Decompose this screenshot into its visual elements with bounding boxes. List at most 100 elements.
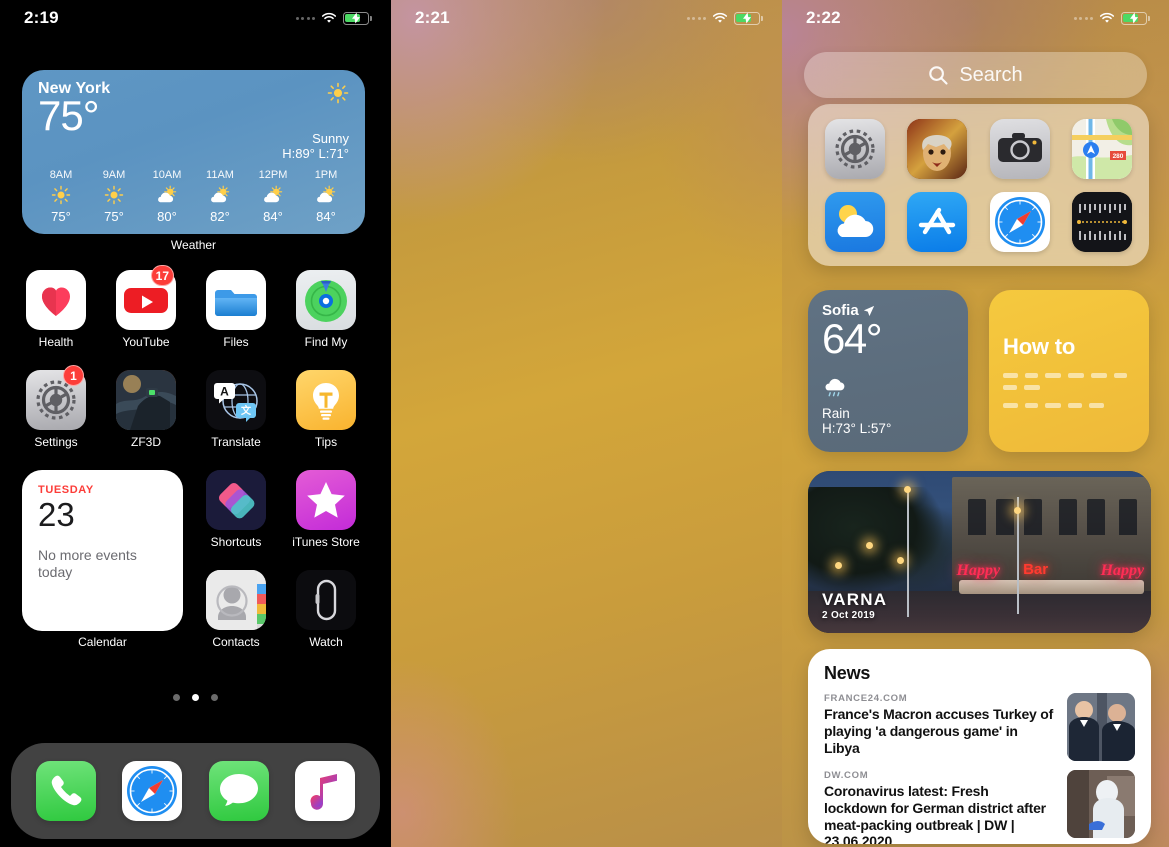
app-itunes-store[interactable]: iTunes Store: [286, 470, 366, 549]
battery-charging-icon: [1121, 11, 1150, 25]
status-bar: 2:19: [0, 0, 391, 36]
app-settings[interactable]: 1 Settings: [16, 365, 96, 449]
photos-widget[interactable]: Happy Bar Happy VARNA 2 Oct 2019: [808, 471, 1151, 633]
howto-title: How to: [1003, 334, 1076, 359]
app-watch[interactable]: Watch: [286, 570, 366, 649]
search-bar[interactable]: Search: [804, 52, 1147, 98]
weather-hour-cell: 12PM 84°: [250, 169, 296, 224]
rain-cloud-icon: [825, 378, 845, 397]
app-label: Shortcuts: [210, 535, 262, 549]
status-indicators: [295, 11, 372, 25]
weather-app-icon[interactable]: [825, 191, 886, 252]
app-suggestions-widget[interactable]: 280: [808, 104, 1149, 266]
partly-cloudy-icon: [211, 185, 230, 203]
hour-label: 9AM: [102, 169, 126, 181]
news-story[interactable]: DW.COM Coronavirus latest: Fresh lockdow…: [824, 770, 1135, 844]
neon-sign-happy-1: Happy: [956, 561, 1001, 579]
weather-widget[interactable]: New York 75° Sunny H:89° L:71° 8AM 75° 9…: [22, 70, 365, 234]
app-contacts[interactable]: Contacts: [196, 570, 276, 649]
app-youtube[interactable]: 17 YouTube: [106, 265, 186, 349]
app-shortcuts[interactable]: Shortcuts: [196, 470, 276, 549]
maps-icon[interactable]: 280: [1071, 118, 1132, 179]
calendar-events: No more events today: [38, 546, 137, 581]
weather-hourly-row: 8AM 75° 9AM 75° 10AM 80° 11AM 82° 12PM 8…: [22, 161, 365, 234]
app-label: ZF3D: [131, 435, 161, 449]
neon-sign-bar: Bar: [1023, 560, 1049, 578]
weather-temp: 75°: [38, 92, 100, 139]
translate-icon: A 文: [206, 370, 266, 430]
measure-ruler-icon[interactable]: [1071, 191, 1132, 252]
notification-badge: 17: [150, 265, 174, 286]
news-widget[interactable]: News FRANCE24.COM France's Macron accuse…: [808, 649, 1151, 844]
music-note-icon[interactable]: [294, 761, 355, 821]
app-label: Settings: [34, 435, 78, 449]
app-files[interactable]: Files: [196, 270, 276, 349]
status-indicators: [686, 11, 763, 25]
screen-today-view-2: 2:22 Search 280 Sofia 64° Rain H:73° L:5…: [782, 0, 1169, 847]
sun-icon: [327, 82, 349, 104]
app-store-icon[interactable]: [907, 191, 968, 252]
wifi-icon: [712, 12, 728, 23]
app-tips[interactable]: Tips: [286, 370, 366, 449]
partly-cloudy-icon: [317, 185, 336, 203]
weather-high-low: H:73° L:57°: [822, 420, 892, 436]
settings-gear-icon[interactable]: [825, 118, 886, 179]
wifi-icon: [321, 12, 337, 23]
news-thumbnail: [1067, 770, 1135, 838]
app-health[interactable]: Health: [16, 270, 96, 349]
files-icon: [206, 270, 266, 330]
screen-today-view-1: 2:21 Search: [391, 0, 782, 847]
howto-placeholder-line-1: [1003, 373, 1135, 390]
news-headline: France's Macron accuses Turkey of playin…: [824, 706, 1054, 756]
phone-icon[interactable]: [36, 761, 97, 821]
status-indicators: [1073, 11, 1150, 25]
battery-charging-icon: [734, 11, 763, 25]
app-label: Tips: [314, 435, 338, 449]
watch-icon: [296, 570, 356, 630]
app-label: Contacts: [212, 635, 260, 649]
weather-widget-sofia[interactable]: Sofia 64° Rain H:73° L:57°: [808, 290, 968, 452]
messages-bubble-icon[interactable]: [208, 761, 269, 821]
contacts-icon: [206, 570, 266, 630]
search-icon: [929, 65, 948, 85]
hour-label: 1PM: [314, 169, 338, 181]
health-icon: [26, 270, 86, 330]
page-dot[interactable]: [173, 694, 180, 701]
svg-text:文: 文: [241, 404, 252, 417]
news-source: DW.COM: [824, 770, 869, 781]
weather-high-low: H:89° L:71°: [282, 146, 349, 161]
status-clock: 2:22: [806, 8, 841, 27]
news-headline: Coronavirus latest: Fresh lockdown for G…: [824, 783, 1046, 844]
camera-icon[interactable]: [989, 118, 1050, 179]
hour-label: 11AM: [206, 169, 234, 181]
weather-hour-cell: 9AM 75°: [91, 169, 137, 224]
howto-placeholder-line-2: [1003, 403, 1135, 408]
zf3d-game-icon[interactable]: [907, 118, 968, 179]
news-thumbnail: [1067, 693, 1135, 761]
page-indicator-dots[interactable]: [0, 694, 391, 701]
app-zf3d[interactable]: ZF3D: [106, 370, 186, 449]
safari-compass-icon[interactable]: [989, 191, 1050, 252]
howto-widget[interactable]: How to: [989, 290, 1149, 452]
page-dot[interactable]: [211, 694, 218, 701]
sun-icon: [104, 185, 124, 205]
weather-hour-cell: 11AM 82°: [197, 169, 243, 224]
partly-cloudy-icon: [264, 185, 283, 203]
svg-text:280: 280: [1112, 153, 1123, 160]
wallpaper: [391, 0, 782, 847]
calendar-widget[interactable]: TUESDAY 23 No more events today: [22, 470, 183, 631]
page-dot-active[interactable]: [192, 694, 199, 701]
status-bar: 2:21: [391, 0, 782, 36]
status-bar: 2:22: [782, 0, 1169, 36]
hour-temp: 82°: [210, 209, 230, 224]
safari-compass-icon[interactable]: [122, 761, 183, 821]
weather-hour-cell: 1PM 84°: [303, 169, 349, 224]
sun-icon: [51, 185, 71, 205]
app-find-my[interactable]: Find My: [286, 270, 366, 349]
hour-temp: 75°: [51, 209, 71, 224]
svg-text:A: A: [220, 385, 229, 399]
app-translate[interactable]: A 文 Translate: [196, 370, 276, 449]
weather-hour-cell: 8AM 75°: [38, 169, 84, 224]
news-story[interactable]: FRANCE24.COM France's Macron accuses Tur…: [824, 693, 1135, 761]
itunes-store-star-icon: [296, 470, 356, 530]
